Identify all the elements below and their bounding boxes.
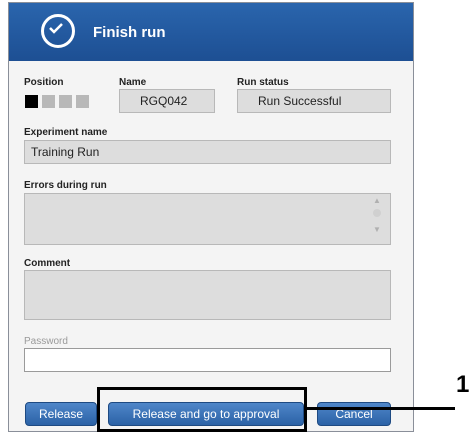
callout-line bbox=[307, 407, 455, 410]
run-status-field[interactable]: Run Successful bbox=[237, 89, 391, 113]
errors-textarea[interactable] bbox=[24, 193, 391, 245]
run-status-label: Run status bbox=[237, 77, 289, 88]
callout-highlight-box bbox=[97, 387, 307, 432]
cancel-button[interactable]: Cancel bbox=[317, 402, 391, 426]
position-slot-2[interactable] bbox=[42, 95, 55, 108]
password-label: Password bbox=[24, 336, 68, 347]
experiment-name-field[interactable]: Training Run bbox=[24, 140, 391, 164]
position-label: Position bbox=[24, 77, 64, 88]
experiment-name-label: Experiment name bbox=[24, 127, 108, 138]
comment-label: Comment bbox=[24, 258, 71, 269]
scroll-up-icon[interactable]: ▲ bbox=[373, 197, 381, 205]
password-field[interactable] bbox=[24, 348, 391, 372]
position-slot-3[interactable] bbox=[59, 95, 72, 108]
scroll-down-icon[interactable]: ▼ bbox=[373, 226, 381, 234]
position-slot-1[interactable] bbox=[25, 95, 38, 108]
release-button[interactable]: Release bbox=[25, 402, 97, 426]
title-bar: Finish run bbox=[9, 3, 413, 61]
errors-label: Errors during run bbox=[24, 180, 107, 191]
name-field[interactable]: RGQ042 bbox=[119, 89, 215, 113]
comment-textarea[interactable] bbox=[24, 270, 391, 320]
dialog-title: Finish run bbox=[93, 24, 166, 41]
scroll-thumb[interactable] bbox=[373, 209, 381, 217]
checkmark-circle-icon bbox=[41, 14, 75, 48]
finish-run-dialog: Finish run Position Name RGQ042 Run stat… bbox=[8, 2, 414, 432]
callout-number: 1 bbox=[456, 371, 470, 398]
name-label: Name bbox=[119, 77, 147, 88]
position-slot-4[interactable] bbox=[76, 95, 89, 108]
